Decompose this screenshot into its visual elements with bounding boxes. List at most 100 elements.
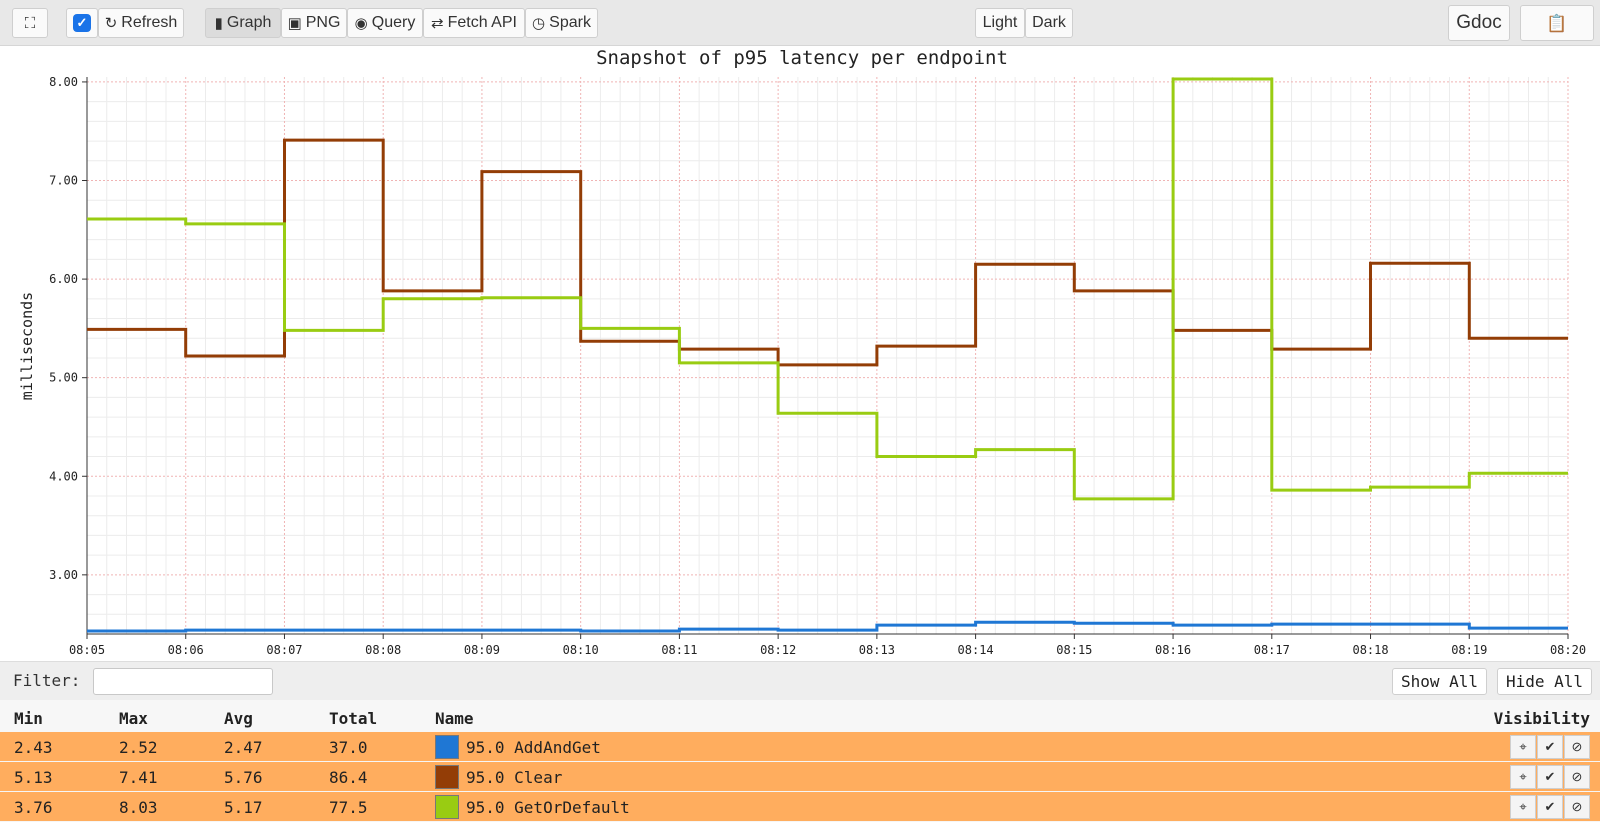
filter-label: Filter: xyxy=(13,671,81,690)
cell-max: 7.41 xyxy=(119,768,158,787)
image-icon: ▣ xyxy=(287,14,302,32)
query-label: Query xyxy=(371,14,416,31)
check-icon: ✔ xyxy=(1544,769,1556,784)
chart-area: 3.00 4.00 5.00 6.00 7.00 8.00 08:05 08:06 08:07… xyxy=(0,46,1600,661)
query-button[interactable]: ◉ Query xyxy=(347,8,423,38)
light-label: Light xyxy=(982,14,1018,31)
cell-min: 3.76 xyxy=(14,798,53,817)
toolbar: ⛶ ✓ ↻ Refresh ▮ Graph ▣ PNG ◉ Query ⇄ Fe… xyxy=(0,0,1600,46)
x-tick-label: 08:06 xyxy=(168,643,204,657)
focus-button[interactable]: ⌖ xyxy=(1510,795,1536,819)
show-button[interactable]: ✔ xyxy=(1537,765,1563,789)
table-row[interactable]: 3.76 8.03 5.17 77.5 95.0 GetOrDefault ⌖ … xyxy=(0,792,1600,822)
y-tick-label: 6.00 xyxy=(49,272,78,286)
latency-chart: 3.00 4.00 5.00 6.00 7.00 8.00 08:05 08:06 08:07… xyxy=(18,47,1586,657)
spark-label: Spark xyxy=(549,14,591,31)
check-icon: ✔ xyxy=(1544,799,1556,814)
header-min: Min xyxy=(14,709,43,728)
x-tick-label: 08:12 xyxy=(760,643,796,657)
crosshair-icon: ⌖ xyxy=(1519,739,1527,754)
minor-grid xyxy=(87,77,1568,635)
visibility-controls: ⌖ ✔ ⊘ xyxy=(1509,735,1590,759)
check-icon: ✔ xyxy=(1544,739,1556,754)
header-name: Name xyxy=(435,709,474,728)
x-axis-ticks: 08:05 08:06 08:07 08:08 08:09 08:10 08:11 08:12… xyxy=(69,643,1586,657)
cell-name: 95.0 AddAndGet xyxy=(466,738,601,757)
crosshair-icon: ⌖ xyxy=(1519,769,1527,784)
clock-icon: ◷ xyxy=(532,14,546,32)
filter-input[interactable] xyxy=(93,668,273,695)
show-button[interactable]: ✔ xyxy=(1537,795,1563,819)
cell-total: 86.4 xyxy=(329,768,368,787)
series-lines xyxy=(87,77,1568,633)
header-visibility: Visibility xyxy=(1493,709,1590,728)
light-theme-button[interactable]: Light xyxy=(975,8,1025,38)
refresh-button[interactable]: ↻ Refresh xyxy=(98,8,184,38)
fullscreen-button[interactable]: ⛶ xyxy=(12,8,48,38)
table-header: Min Max Avg Total Name Visibility xyxy=(0,700,1600,732)
focus-button[interactable]: ⌖ xyxy=(1510,765,1536,789)
graph-button[interactable]: ▮ Graph xyxy=(205,8,281,38)
header-avg: Avg xyxy=(224,709,253,728)
dark-theme-button[interactable]: Dark xyxy=(1025,8,1073,38)
table-row[interactable]: 2.43 2.52 2.47 37.0 95.0 AddAndGet ⌖ ✔ ⊘ xyxy=(0,732,1600,762)
x-tick-label: 08:05 xyxy=(69,643,105,657)
gdoc-label: Gdoc xyxy=(1456,12,1502,33)
visibility-controls: ⌖ ✔ ⊘ xyxy=(1509,795,1590,819)
cell-min: 5.13 xyxy=(14,768,53,787)
chart-title: Snapshot of p95 latency per endpoint xyxy=(596,47,1008,69)
ban-icon: ⊘ xyxy=(1571,769,1583,784)
cell-max: 8.03 xyxy=(119,798,158,817)
x-tick-label: 08:14 xyxy=(958,643,994,657)
y-tick-label: 8.00 xyxy=(49,75,78,89)
hide-button[interactable]: ⊘ xyxy=(1564,795,1590,819)
table-row[interactable]: 5.13 7.41 5.76 86.4 95.0 Clear ⌖ ✔ ⊘ xyxy=(0,762,1600,792)
series-color-swatch xyxy=(435,735,459,759)
legend-table: Min Max Avg Total Name Visibility 2.43 2… xyxy=(0,700,1600,835)
cell-avg: 5.17 xyxy=(224,798,263,817)
show-all-button[interactable]: Show All xyxy=(1392,668,1488,695)
hide-button[interactable]: ⊘ xyxy=(1564,735,1590,759)
x-tick-label: 08:18 xyxy=(1352,643,1388,657)
x-tick-label: 08:07 xyxy=(266,643,302,657)
cell-name: 95.0 GetOrDefault xyxy=(466,798,630,817)
fetch-api-button[interactable]: ⇄ Fetch API xyxy=(423,8,525,38)
ban-icon: ⊘ xyxy=(1571,799,1583,814)
ban-icon: ⊘ xyxy=(1571,739,1583,754)
cell-avg: 5.76 xyxy=(224,768,263,787)
dark-label: Dark xyxy=(1032,14,1066,31)
series-line xyxy=(87,620,1568,633)
hide-button[interactable]: ⊘ xyxy=(1564,765,1590,789)
spark-button[interactable]: ◷ Spark xyxy=(525,8,598,38)
bar-chart-icon: ▮ xyxy=(214,14,223,32)
fetch-api-label: Fetch API xyxy=(447,14,517,31)
clipboard-button[interactable]: 📋 xyxy=(1520,5,1594,41)
x-tick-label: 08:09 xyxy=(464,643,500,657)
header-total: Total xyxy=(329,709,378,728)
refresh-icon: ↻ xyxy=(104,14,118,32)
hide-all-button[interactable]: Hide All xyxy=(1497,668,1593,695)
x-tick-label: 08:11 xyxy=(661,643,697,657)
x-tick-label: 08:15 xyxy=(1056,643,1092,657)
y-tick-label: 4.00 xyxy=(49,469,78,483)
png-button[interactable]: ▣ PNG xyxy=(281,8,347,38)
y-axis-ticks: 3.00 4.00 5.00 6.00 7.00 8.00 xyxy=(49,75,78,582)
gdoc-button[interactable]: Gdoc xyxy=(1448,5,1510,41)
x-tick-label: 08:13 xyxy=(859,643,895,657)
refresh-label: Refresh xyxy=(121,14,178,31)
series-line xyxy=(87,77,1568,501)
auto-refresh-checkbox[interactable]: ✓ xyxy=(66,8,98,38)
graph-label: Graph xyxy=(226,14,272,31)
focus-button[interactable]: ⌖ xyxy=(1510,735,1536,759)
cell-min: 2.43 xyxy=(14,738,53,757)
exchange-icon: ⇄ xyxy=(431,14,444,32)
cell-name: 95.0 Clear xyxy=(466,768,563,787)
cell-avg: 2.47 xyxy=(224,738,263,757)
clipboard-icon: 📋 xyxy=(1546,13,1568,33)
show-button[interactable]: ✔ xyxy=(1537,735,1563,759)
png-label: PNG xyxy=(305,14,341,31)
cell-total: 37.0 xyxy=(329,738,368,757)
filter-bar: Filter: Show All Hide All xyxy=(0,661,1600,700)
x-tick-label: 08:20 xyxy=(1550,643,1586,657)
cell-max: 2.52 xyxy=(119,738,158,757)
